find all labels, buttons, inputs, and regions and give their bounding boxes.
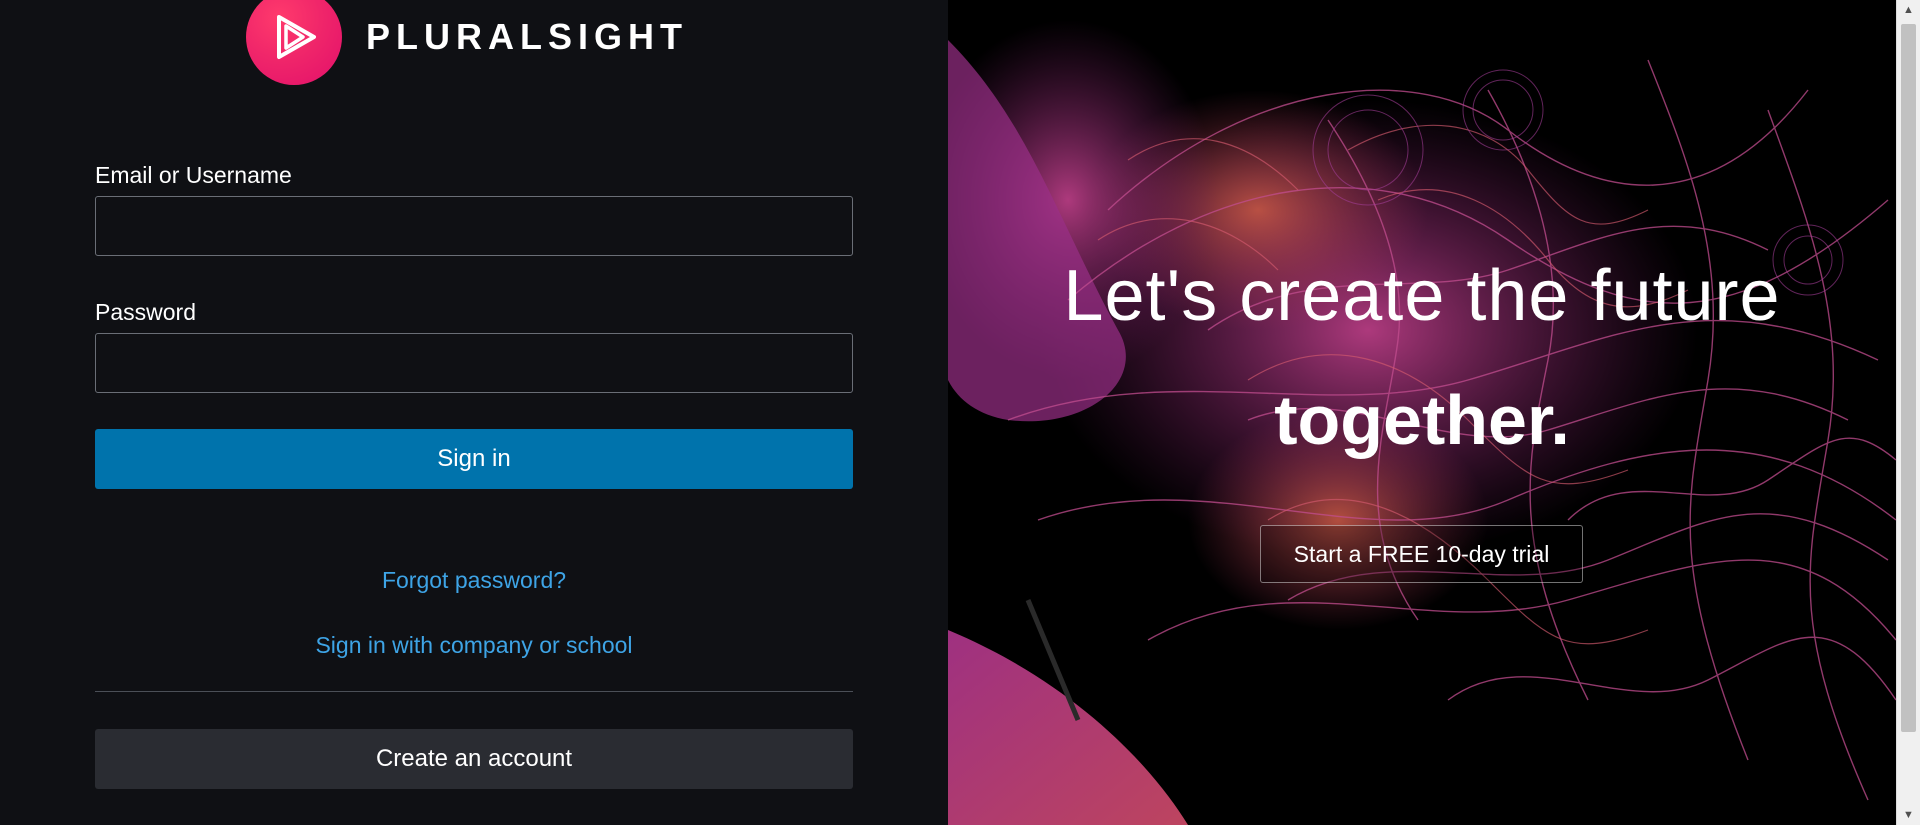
create-account-button[interactable]: Create an account <box>95 729 853 789</box>
divider <box>95 691 853 692</box>
promo-headline-line1: Let's create the future <box>1063 256 1781 336</box>
promo-panel: Let's create the future together. Start … <box>948 0 1896 825</box>
email-label: Email or Username <box>95 162 292 188</box>
signin-button[interactable]: Sign in <box>95 429 853 489</box>
free-trial-button[interactable]: Start a FREE 10-day trial <box>1260 525 1583 583</box>
vertical-scrollbar[interactable]: ▲ ▼ <box>1896 0 1920 825</box>
play-triangles-icon <box>246 0 342 85</box>
promo-headline-dot: . <box>1550 381 1570 459</box>
password-label: Password <box>95 299 196 325</box>
brand-name: PLURALSIGHT <box>366 16 688 57</box>
login-page: PLURALSIGHT Email or Username Password S… <box>0 0 1920 825</box>
chevron-down-icon[interactable]: ▼ <box>1897 805 1920 825</box>
email-field[interactable] <box>95 196 853 256</box>
signin-panel: PLURALSIGHT Email or Username Password S… <box>0 0 948 825</box>
chevron-up-icon[interactable]: ▲ <box>1897 0 1920 20</box>
password-field[interactable] <box>95 333 853 393</box>
pluralsight-logo[interactable]: PLURALSIGHT <box>246 0 688 85</box>
company-signin-link[interactable]: Sign in with company or school <box>95 632 853 659</box>
promo-headline-line2: together. <box>948 380 1896 460</box>
scroll-thumb[interactable] <box>1901 24 1916 732</box>
forgot-password-link[interactable]: Forgot password? <box>95 567 853 594</box>
promo-headline-word: together <box>1274 381 1551 459</box>
